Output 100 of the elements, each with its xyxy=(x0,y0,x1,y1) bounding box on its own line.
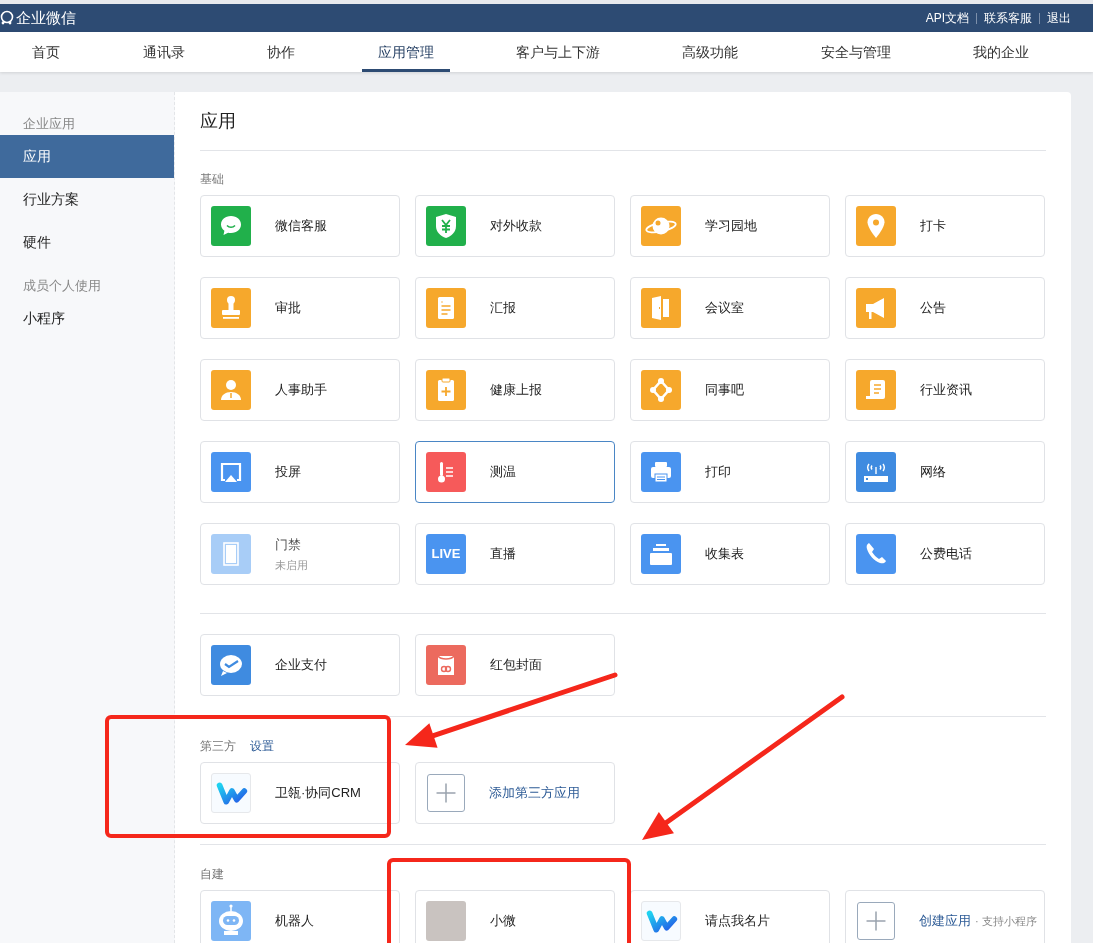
envelope-icon xyxy=(426,645,466,685)
app-tile[interactable]: 同事吧 xyxy=(630,359,830,421)
section-heading: 第三方 xyxy=(200,738,236,755)
app-tile[interactable]: 公费电话 xyxy=(845,523,1045,585)
app-tile[interactable]: 打卡 xyxy=(845,195,1045,257)
section-heading: 自建 xyxy=(200,866,224,883)
app-tile[interactable]: 卫瓴·协同CRM xyxy=(200,762,400,824)
live-icon: LIVE xyxy=(426,534,466,574)
app-tile[interactable]: 审批 xyxy=(200,277,400,339)
add-app-label: 创建应用 xyxy=(919,912,971,931)
app-tile[interactable]: 网络 xyxy=(845,441,1045,503)
nav-tab[interactable]: 协作 xyxy=(252,32,310,72)
app-tile[interactable]: 机器人 xyxy=(200,890,400,943)
app-name: 学习园地 xyxy=(705,217,757,236)
nav-tab[interactable]: 通讯录 xyxy=(127,32,201,72)
app-tile[interactable]: 行业资讯 xyxy=(845,359,1045,421)
app-name: 卫瓴·协同CRM xyxy=(275,784,361,803)
nav-tab[interactable]: 安全与管理 xyxy=(804,32,908,72)
app-tile[interactable]: 汇报 xyxy=(415,277,615,339)
sidebar-item[interactable]: 硬件 xyxy=(0,221,174,264)
status-text: 未启用 xyxy=(275,557,308,573)
nodes-icon xyxy=(641,370,681,410)
sidebar-heading: 企业应用 xyxy=(22,114,76,133)
thermometer-icon xyxy=(426,452,466,492)
app-name: 直播 xyxy=(490,545,516,564)
app-tile[interactable]: 企业支付 xyxy=(200,634,400,696)
nav-tab[interactable]: 应用管理 xyxy=(362,32,450,72)
sidebar-item[interactable]: 小程序 xyxy=(0,297,174,340)
app-tile[interactable]: 投屏 xyxy=(200,441,400,503)
sidebar-heading: 成员个人使用 xyxy=(22,276,102,295)
app-name: 健康上报 xyxy=(490,381,542,400)
hint-text: · 支持小程序 xyxy=(975,914,1037,930)
location-pin-icon xyxy=(856,206,896,246)
app-tile[interactable]: 健康上报 xyxy=(415,359,615,421)
nav-tab[interactable]: 客户与上下游 xyxy=(499,32,617,72)
app-tile[interactable]: 创建应用 · 支持小程序 xyxy=(845,890,1045,943)
app-name: 微信客服 xyxy=(275,217,327,236)
app-name: 门禁 xyxy=(275,536,302,554)
chat-check-icon xyxy=(211,645,251,685)
app-name: 行业资讯 xyxy=(920,381,972,400)
app-name: 同事吧 xyxy=(705,381,744,400)
door-icon xyxy=(211,534,251,574)
app-tile[interactable]: LIVE 直播 xyxy=(415,523,615,585)
app-tile[interactable]: 收集表 xyxy=(630,523,830,585)
header-link[interactable]: 联系客服 xyxy=(984,9,1032,27)
router-icon xyxy=(856,452,896,492)
app-tile[interactable]: 红包封面 xyxy=(415,634,615,696)
screen-cast-icon xyxy=(211,452,251,492)
app-tile[interactable]: 打印 xyxy=(630,441,830,503)
sidebar-item[interactable]: 应用 xyxy=(0,135,174,178)
add-app-label: 添加第三方应用 xyxy=(489,784,580,803)
nav-tab[interactable]: 我的企业 xyxy=(957,32,1045,72)
app-name: 红包封面 xyxy=(490,656,542,675)
app-name: 汇报 xyxy=(490,299,516,318)
person-icon xyxy=(211,370,251,410)
section-heading: 基础 xyxy=(200,171,224,188)
nav-tab[interactable]: 高级功能 xyxy=(666,32,754,72)
logo-text: 企业微信 xyxy=(16,7,76,28)
app-tile[interactable]: 公告 xyxy=(845,277,1045,339)
photo-placeholder xyxy=(426,901,466,941)
app-name: 网络 xyxy=(920,463,946,482)
plus-icon xyxy=(427,774,465,812)
door-icon xyxy=(641,288,681,328)
app-tile[interactable]: 微信客服 xyxy=(200,195,400,257)
app-tile[interactable]: 添加第三方应用 xyxy=(415,762,615,824)
app-tile[interactable]: 对外收款 xyxy=(415,195,615,257)
megaphone-icon xyxy=(856,288,896,328)
app-tile[interactable]: 测温 xyxy=(415,441,615,503)
app-name: 小微 xyxy=(490,912,516,931)
sidebar-item[interactable]: 行业方案 xyxy=(0,178,174,221)
app-tile[interactable]: 请点我名片 xyxy=(630,890,830,943)
app-name: 人事助手 xyxy=(275,381,327,400)
app-name: 打印 xyxy=(705,463,731,482)
header-link[interactable]: 退出 xyxy=(1047,9,1071,27)
app-name: 对外收款 xyxy=(490,217,542,236)
document-icon xyxy=(426,288,466,328)
nav-tab[interactable]: 首页 xyxy=(17,32,75,72)
shield-icon xyxy=(426,206,466,246)
app-tile[interactable]: 小微 xyxy=(415,890,615,943)
w-logo-icon xyxy=(641,901,681,941)
chat-bubble-icon xyxy=(211,206,251,246)
clipboard-icon xyxy=(426,370,466,410)
planet-icon xyxy=(641,206,681,246)
scroll-icon xyxy=(856,370,896,410)
app-name: 投屏 xyxy=(275,463,301,482)
tray-icon xyxy=(641,534,681,574)
app-name: 会议室 xyxy=(705,299,744,318)
plus-icon xyxy=(857,902,895,940)
app-name: 公费电话 xyxy=(920,545,972,564)
robot-icon xyxy=(211,901,251,941)
settings-link[interactable]: 设置 xyxy=(250,737,274,755)
app-name: 企业支付 xyxy=(275,656,327,675)
app-name: 测温 xyxy=(490,463,516,482)
header-link[interactable]: API文档 xyxy=(925,9,969,27)
app-name: 公告 xyxy=(920,299,946,318)
app-tile[interactable]: 人事助手 xyxy=(200,359,400,421)
app-tile[interactable]: 会议室 xyxy=(630,277,830,339)
app-tile[interactable]: 学习园地 xyxy=(630,195,830,257)
app-name: 打卡 xyxy=(920,217,946,236)
app-name: 请点我名片 xyxy=(705,912,770,931)
